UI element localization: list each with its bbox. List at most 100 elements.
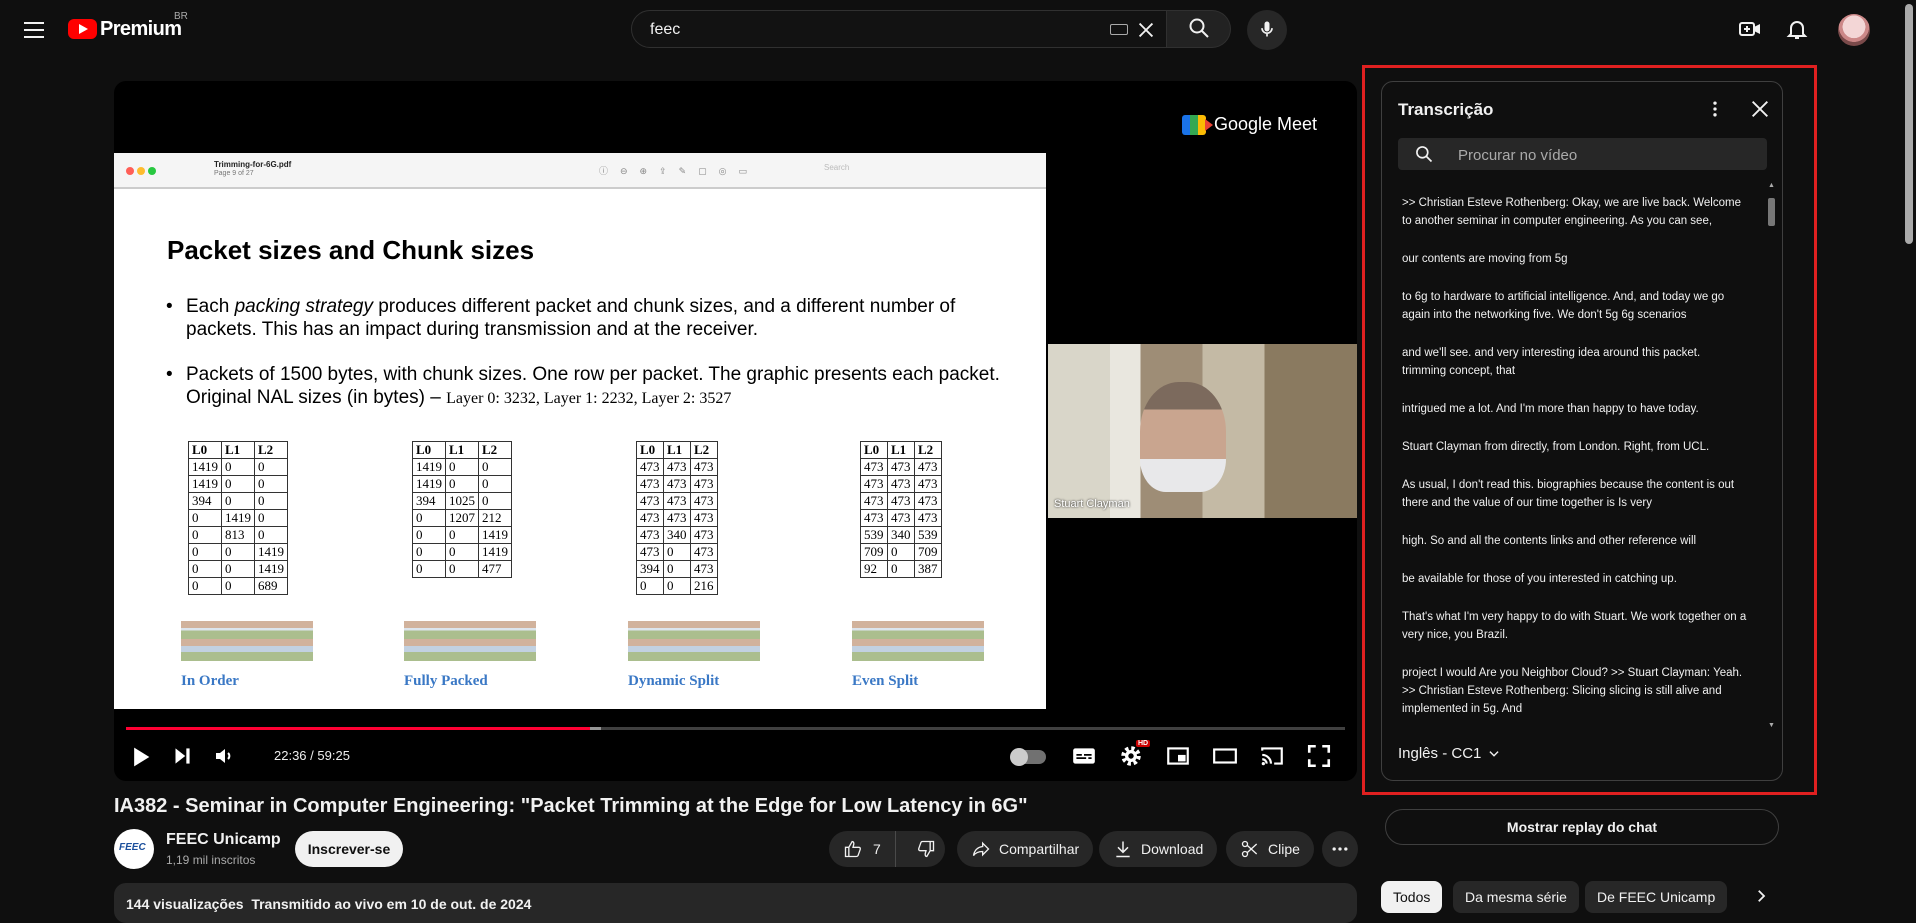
play-button[interactable]	[126, 743, 154, 771]
slide-bullet-1: Each packing strategy produces different…	[166, 295, 1006, 341]
close-dot-icon	[126, 167, 134, 175]
youtube-play-icon	[68, 19, 97, 39]
transcript-more-button[interactable]	[1699, 94, 1731, 126]
description-box[interactable]: 144 visualizações Transmitido ao vivo em…	[114, 883, 1357, 923]
keyboard-icon[interactable]	[1110, 24, 1128, 35]
transcript-segment[interactable]: intrigued me a lot. And I'm more than ha…	[1402, 400, 1747, 418]
progress-played	[126, 727, 590, 730]
table-cell: 340	[887, 526, 915, 544]
notifications-button[interactable]	[1779, 13, 1813, 47]
transcript-segment[interactable]: to 6g to hardware to artificial intellig…	[1402, 288, 1747, 324]
table-cell: 92	[860, 560, 888, 578]
scissors-icon	[1241, 840, 1258, 858]
autoplay-toggle[interactable]	[1010, 748, 1046, 766]
table-cell: 0	[254, 492, 288, 510]
transcript-segment[interactable]: project I would Are you Neighbor Cloud? …	[1402, 664, 1747, 718]
chunk-table: L0 L1 L2 1419 0 0 1419 0 0 394 1025 0 0 1207 212 0 0 1419…	[412, 441, 512, 578]
miniplayer-button[interactable]	[1164, 743, 1192, 771]
table-cell: 1419	[412, 475, 446, 493]
table-cell: 1419	[254, 560, 288, 578]
search-input[interactable]	[648, 11, 1072, 49]
transcript-segment[interactable]: As usual, I don't read this. biographies…	[1402, 476, 1747, 512]
subscriber-count: 1,19 mil inscritos	[166, 853, 256, 867]
transcript-segment[interactable]: high. So and all the contents links and …	[1402, 532, 1747, 550]
download-button[interactable]: Download	[1099, 831, 1218, 867]
transcript-search	[1398, 138, 1767, 172]
chip-from-channel[interactable]: De FEEC Unicamp	[1585, 881, 1728, 913]
transcript-title: Transcrição	[1398, 100, 1494, 119]
table-cell: 1207	[445, 509, 479, 527]
show-chat-replay-button[interactable]: Mostrar replay do chat	[1385, 809, 1779, 845]
shared-slide: Trimming-for-6G.pdf Page 9 of 27 ⓘ⊖⊕⇪✎▢◎…	[114, 153, 1046, 709]
channel-avatar[interactable]: FEEC	[114, 829, 154, 869]
subtitles-button[interactable]	[1070, 743, 1098, 771]
next-button[interactable]	[168, 743, 196, 771]
create-button[interactable]	[1732, 13, 1766, 47]
chip-same-series[interactable]: Da mesma série	[1453, 881, 1579, 913]
table-cell: 216	[690, 577, 718, 595]
transcript-segment[interactable]: >> Christian Esteve Rothenberg: Okay, we…	[1402, 194, 1747, 230]
table-cell: 0	[221, 560, 255, 578]
scroll-down-icon[interactable]: ▼	[1768, 722, 1775, 729]
table-cell: 1419	[478, 543, 512, 561]
transcript-segment[interactable]: be available for those of you interested…	[1402, 570, 1747, 588]
table-cell: 0	[887, 543, 915, 561]
scroll-up-icon[interactable]: ▲	[1768, 182, 1775, 189]
table-row: 473 473 473	[860, 509, 942, 527]
table-cell: 689	[254, 577, 288, 595]
subscribe-button[interactable]: Inscrever-se	[295, 831, 403, 867]
transcript-segment[interactable]: our contents are moving from 5g	[1402, 250, 1747, 268]
table-cell: 709	[860, 543, 888, 561]
mute-button[interactable]	[210, 743, 238, 771]
scrollbar-thumb[interactable]	[1768, 198, 1775, 226]
transcript-segment[interactable]: That's what I'm very happy to do with St…	[1402, 608, 1747, 644]
like-button[interactable]: 7	[829, 831, 896, 867]
account-avatar[interactable]	[1838, 14, 1870, 46]
table-row: 473 473 473	[860, 475, 942, 493]
google-meet-icon	[1182, 114, 1213, 135]
transcript-segment[interactable]: Stuart Clayman from directly, from Londo…	[1402, 438, 1747, 456]
fullscreen-button[interactable]	[1305, 743, 1333, 771]
cast-button[interactable]	[1258, 743, 1286, 771]
dislike-button[interactable]	[904, 831, 948, 867]
transcript-language-selector[interactable]: Inglês - CC1	[1398, 745, 1501, 762]
chevron-right-icon	[1758, 889, 1766, 902]
video-player[interactable]: Trimming-for-6G.pdf Page 9 of 27 ⓘ⊖⊕⇪✎▢◎…	[114, 81, 1357, 781]
table-cell: 0	[636, 577, 664, 595]
chips-next-button[interactable]	[1746, 884, 1772, 910]
table-cell: 0	[221, 492, 255, 510]
table-cell: 473	[887, 509, 915, 527]
video-title: IA382 - Seminar in Computer Engineering:…	[114, 795, 1028, 817]
transcript-panel: Transcrição >> Christian Esteve Rothenbe…	[1381, 81, 1783, 781]
theater-mode-button[interactable]	[1211, 743, 1239, 771]
transcript-search-input[interactable]	[1456, 138, 1760, 172]
settings-button[interactable]	[1117, 743, 1145, 771]
search-button[interactable]	[1167, 10, 1231, 48]
progress-bar[interactable]	[126, 727, 1345, 730]
youtube-premium-logo[interactable]: Premium BR	[68, 11, 188, 42]
table-cell: 473	[636, 458, 664, 476]
pdf-page-indicator: Page 9 of 27	[214, 170, 254, 177]
transcript-close-button[interactable]	[1743, 94, 1775, 126]
transcript-scrollbar[interactable]: ▲ ▼	[1768, 182, 1776, 729]
table-cell: 473	[636, 543, 664, 561]
table-cell: 0	[412, 509, 446, 527]
table-cell: 1025	[445, 492, 479, 510]
more-actions-button[interactable]	[1322, 831, 1358, 867]
chip-all[interactable]: Todos	[1381, 881, 1443, 913]
pdf-tool-icons: ⓘ⊖⊕⇪✎▢◎▭	[599, 166, 760, 176]
cast-icon	[1261, 747, 1283, 766]
page-scrollbar[interactable]	[1902, 0, 1916, 911]
table-cell: 473	[690, 475, 718, 493]
transcript-segment[interactable]: and we'll see. and very interesting idea…	[1402, 344, 1747, 380]
clear-search-icon[interactable]	[1135, 19, 1157, 41]
clip-button[interactable]: Clipe	[1226, 831, 1314, 867]
table-cell: 0	[188, 560, 222, 578]
channel-name[interactable]: FEEC Unicamp	[166, 831, 281, 849]
table-row: 473 473 473	[636, 458, 718, 476]
voice-search-button[interactable]	[1247, 10, 1287, 50]
menu-icon[interactable]	[18, 14, 50, 46]
table-cell: 1419	[254, 543, 288, 561]
share-button[interactable]: Compartilhar	[957, 831, 1094, 867]
page-scrollbar-thumb[interactable]	[1905, 4, 1913, 244]
